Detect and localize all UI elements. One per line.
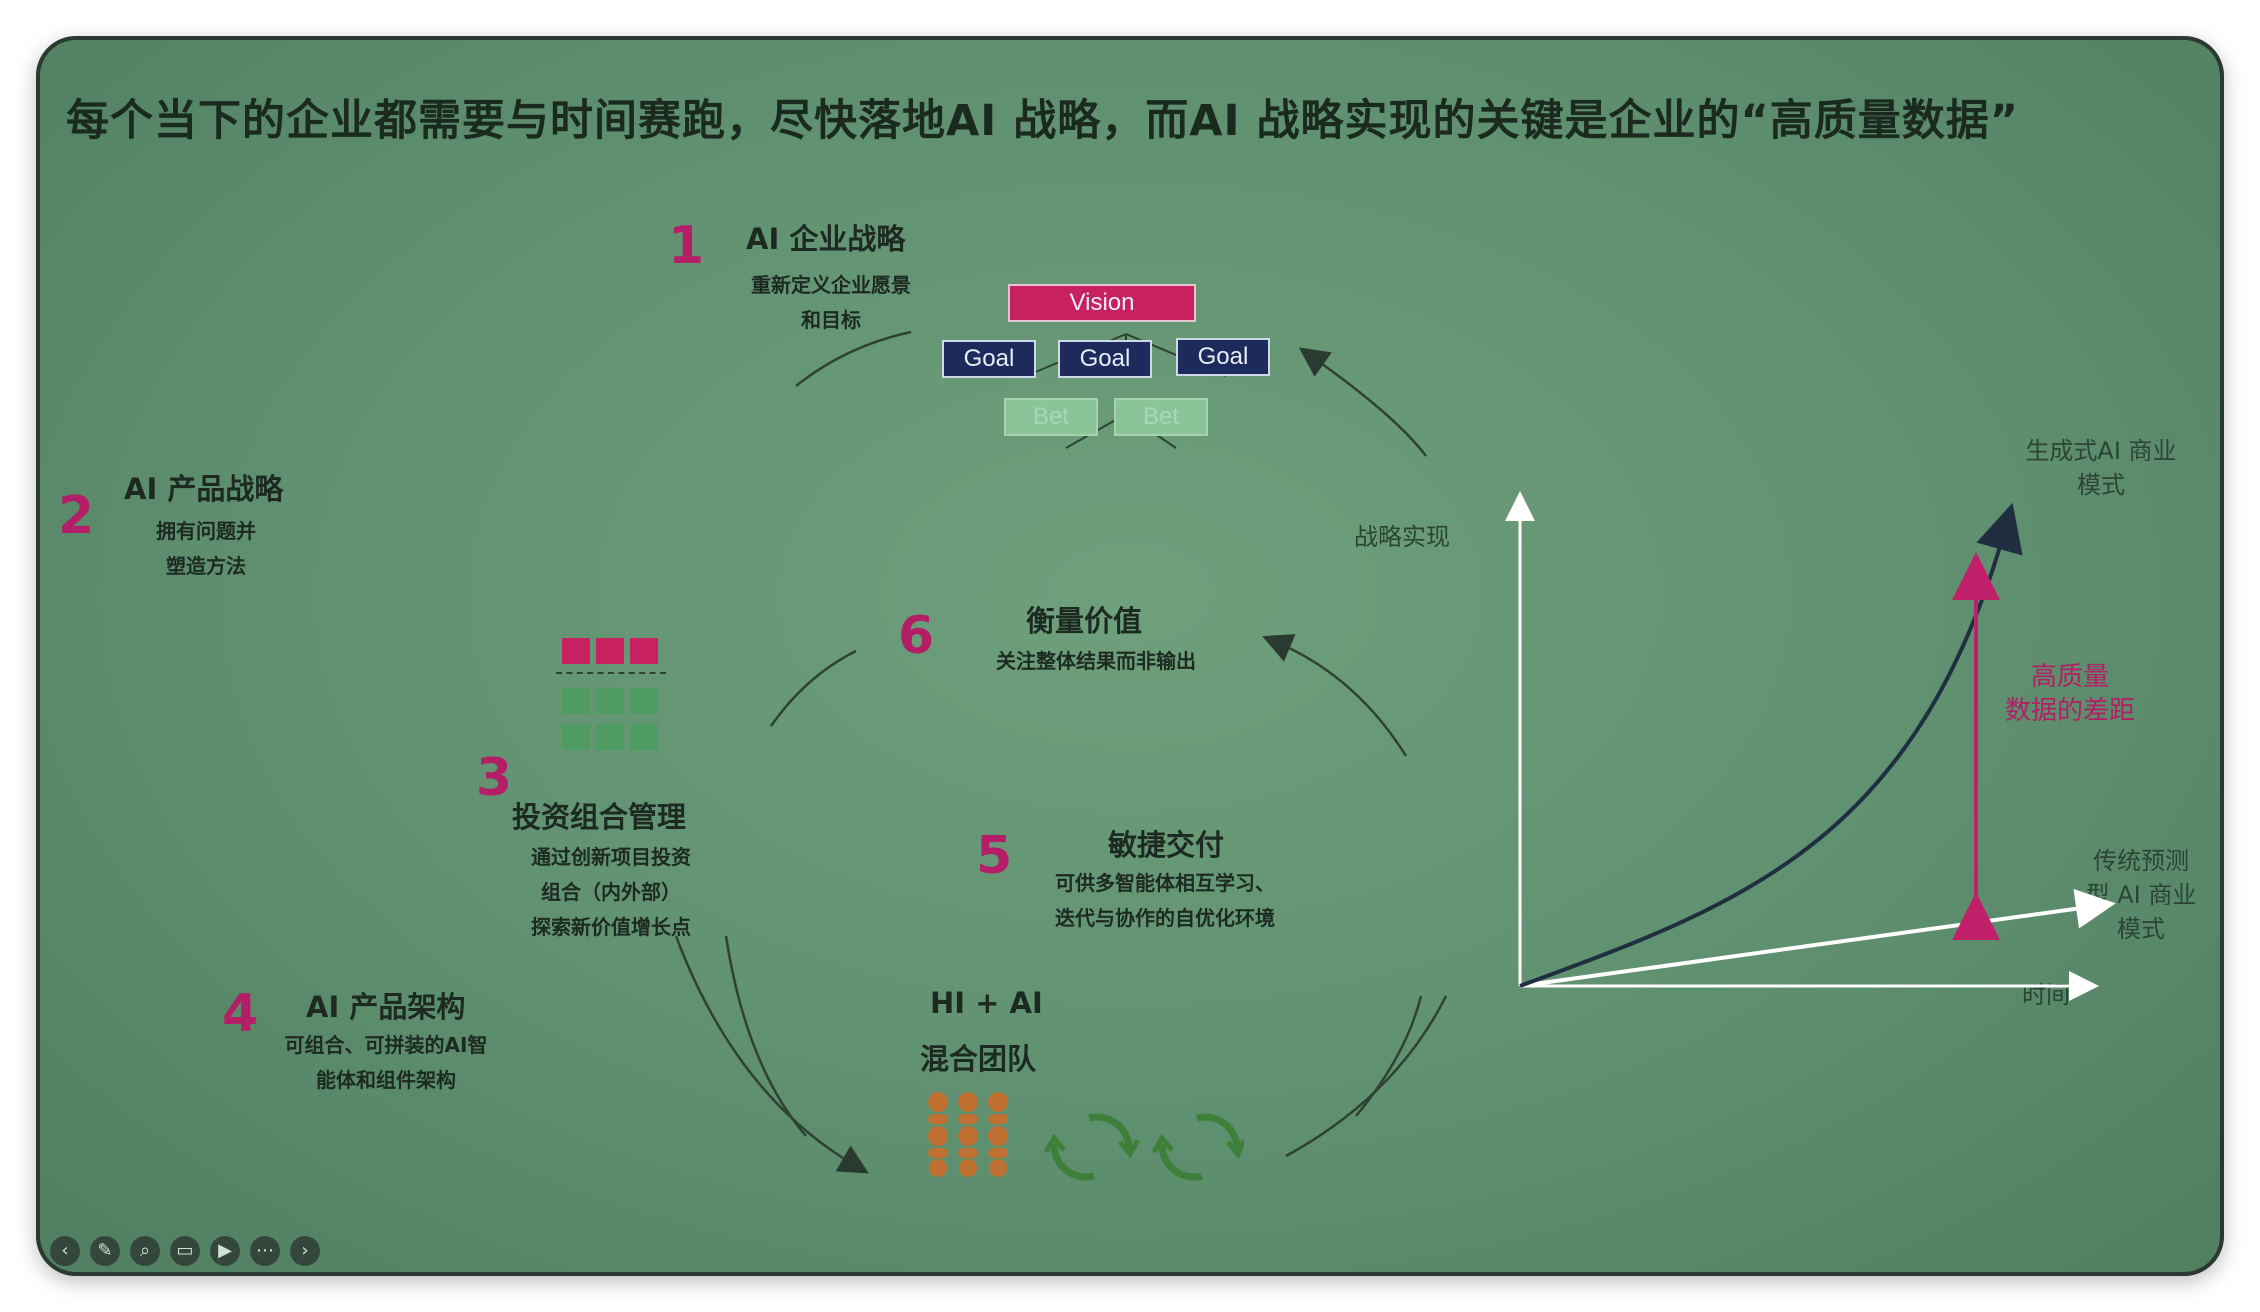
bet-box-2: Bet bbox=[1114, 398, 1208, 436]
video-icon[interactable]: ▶ bbox=[210, 1236, 240, 1266]
arc-inner-right bbox=[1262, 634, 1408, 757]
arc-bottom-left-1 bbox=[674, 935, 869, 1174]
step-4-title: AI 产品架构 bbox=[306, 990, 466, 1024]
more-icon[interactable]: ⋯ bbox=[250, 1236, 280, 1266]
step-2-number: 2 bbox=[58, 486, 95, 546]
caption-icon[interactable]: ▭ bbox=[170, 1236, 200, 1266]
step-4-desc: 可组合、可拼装的AI智 能体和组件架构 bbox=[284, 1033, 488, 1092]
arc-bottom-right bbox=[1285, 995, 1448, 1158]
hierarchy-lines bbox=[1025, 333, 1227, 449]
step-1-number: 1 bbox=[668, 216, 705, 276]
forward-icon[interactable]: › bbox=[290, 1236, 320, 1266]
step-6-desc: 关注整体结果而非输出 bbox=[996, 649, 1196, 673]
generative-ai-curve bbox=[1519, 502, 2023, 988]
traditional-ai-line bbox=[1519, 888, 2116, 988]
bet-box-1: Bet bbox=[1004, 398, 1098, 436]
search-icon[interactable]: ⌕ bbox=[130, 1236, 160, 1266]
step-3-number: 3 bbox=[476, 748, 513, 808]
goal-box-2: Goal bbox=[1058, 340, 1152, 378]
arc-1 bbox=[795, 330, 912, 387]
arc-inner-left bbox=[769, 649, 857, 727]
team-line-2: 混合团队 bbox=[920, 1042, 1037, 1076]
step-5-number: 5 bbox=[976, 826, 1013, 886]
step-4-number: 4 bbox=[222, 984, 259, 1044]
pen-icon[interactable]: ✎ bbox=[90, 1236, 120, 1266]
arc-top-right bbox=[1298, 347, 1427, 457]
people-icon bbox=[928, 1092, 1008, 1177]
goal-box-3: Goal bbox=[1176, 338, 1270, 376]
goal-box-1: Goal bbox=[942, 340, 1036, 378]
step-1-desc: 重新定义企业愿景 和目标 bbox=[751, 273, 911, 332]
step-6-title: 衡量价值 bbox=[1026, 604, 1143, 638]
step-3-desc: 通过创新项目投资 组合（内外部） 探索新价值增长点 bbox=[531, 845, 691, 939]
step-2-title: AI 产品战略 bbox=[124, 472, 284, 506]
step-5-desc: 可供多智能体相互学习、 迭代与协作的自优化环境 bbox=[1055, 871, 1275, 930]
step-6-number: 6 bbox=[898, 606, 935, 666]
arc-bottom-left-2 bbox=[724, 935, 807, 1137]
slide-screen: 每个当下的企业都需要与时间赛跑，尽快落地AI 战略，而AI 战略实现的关键是企业… bbox=[36, 36, 2224, 1276]
step-1-title: AI 企业战略 bbox=[746, 222, 906, 256]
step-2-desc: 拥有问题并 塑造方法 bbox=[156, 519, 256, 578]
step-3-title: 投资组合管理 bbox=[512, 800, 687, 834]
gap-chart bbox=[1505, 491, 2116, 1001]
team-line-1: HI + AI bbox=[930, 986, 1043, 1020]
cycle-icon-1 bbox=[1043, 1113, 1141, 1181]
vision-box: Vision bbox=[1008, 284, 1196, 322]
cycle-icon-2 bbox=[1151, 1113, 1244, 1181]
step-5-title: 敏捷交付 bbox=[1108, 828, 1225, 862]
presenter-toolbar: ‹ ✎ ⌕ ▭ ▶ ⋯ › bbox=[50, 1236, 320, 1270]
team-icons bbox=[928, 1092, 1244, 1181]
arc-bottom-right-2 bbox=[1355, 995, 1423, 1117]
back-icon[interactable]: ‹ bbox=[50, 1236, 80, 1266]
